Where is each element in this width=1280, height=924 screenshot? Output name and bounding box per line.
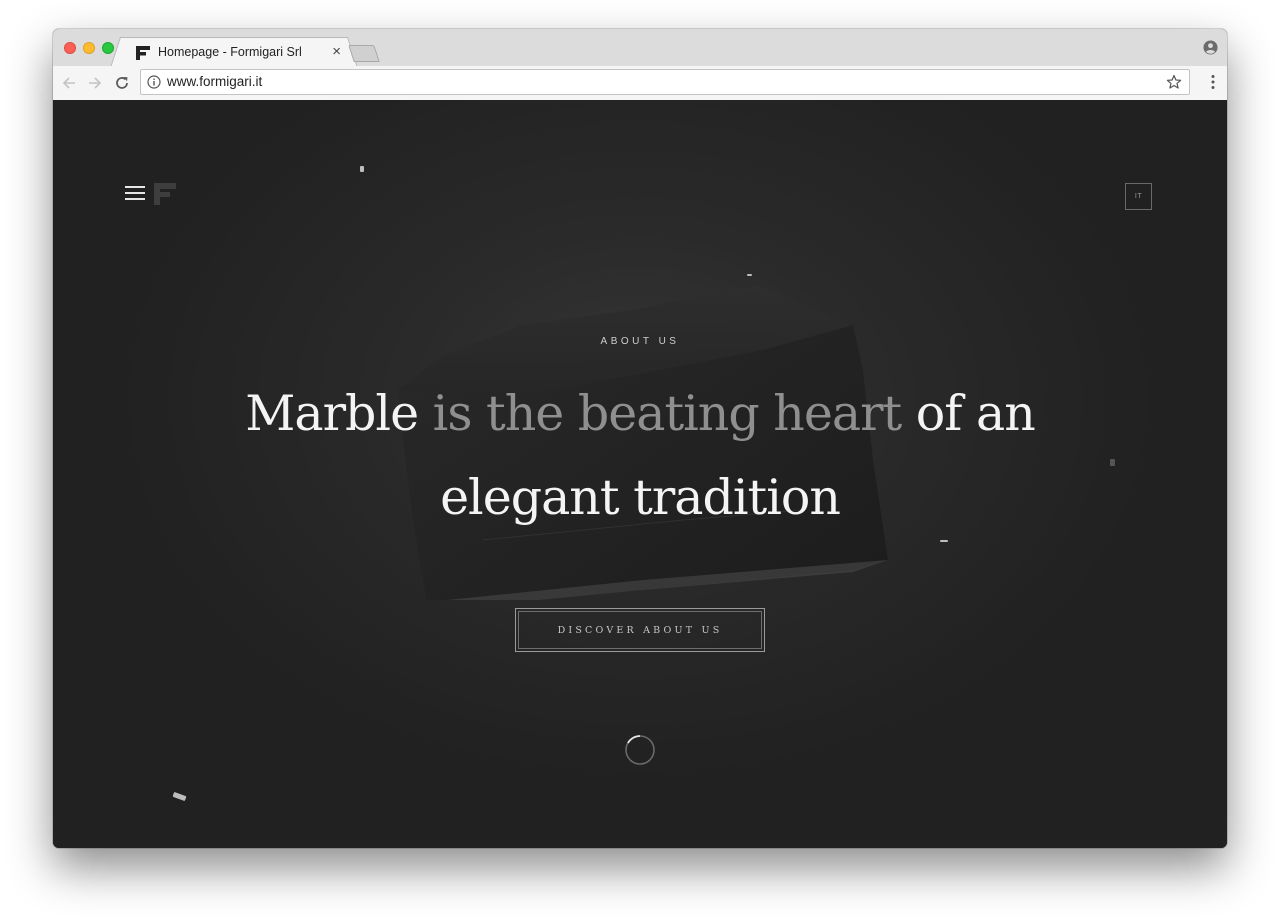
loading-spinner-icon	[625, 735, 655, 765]
tab-bar: Homepage - Formigari Srl ×	[53, 29, 1227, 67]
profile-icon[interactable]	[1203, 40, 1218, 55]
headline-part-muted: is the beating heart	[418, 385, 916, 442]
browser-toolbar: www.formigari.it	[53, 66, 1227, 101]
back-arrow-icon[interactable]	[60, 74, 78, 92]
language-switch-button[interactable]: IT	[1125, 183, 1152, 210]
cta-label: DISCOVER ABOUT US	[557, 624, 723, 636]
tab-title: Homepage - Formigari Srl	[158, 45, 302, 59]
formigari-f-logo-icon	[136, 46, 150, 60]
marble-fragment	[940, 540, 948, 542]
info-icon[interactable]	[147, 75, 161, 89]
marble-fragment	[747, 274, 752, 276]
new-tab-button[interactable]	[348, 45, 380, 62]
maximize-window-button[interactable]	[102, 42, 114, 54]
marble-fragment	[172, 791, 187, 802]
hero-headline: Marble is the beating heart of an elegan…	[173, 372, 1107, 540]
close-tab-icon[interactable]: ×	[332, 43, 341, 61]
star-icon[interactable]	[1166, 74, 1182, 90]
marble-fragment	[1110, 459, 1115, 466]
section-eyebrow: ABOUT US	[600, 336, 680, 347]
headline-part-primary: Marble	[245, 385, 419, 442]
tab-homepage[interactable]: Homepage - Formigari Srl ×	[123, 37, 345, 67]
forward-arrow-icon[interactable]	[86, 74, 104, 92]
discover-about-us-button[interactable]: DISCOVER ABOUT US	[515, 608, 765, 652]
address-bar[interactable]: www.formigari.it	[140, 69, 1190, 95]
reload-icon[interactable]	[113, 74, 131, 92]
kebab-menu-icon[interactable]	[1211, 74, 1215, 90]
marble-fragment	[360, 166, 364, 172]
url-text[interactable]: www.formigari.it	[167, 74, 262, 89]
close-window-button[interactable]	[64, 42, 76, 54]
minimize-window-button[interactable]	[83, 42, 95, 54]
hamburger-icon[interactable]	[125, 186, 145, 202]
browser-window: Homepage - Formigari Srl × www.formigari…	[53, 29, 1227, 848]
page-content: IT ABOUT US Marble is the beating heart …	[53, 100, 1227, 848]
formigari-f-logo-icon[interactable]	[154, 183, 176, 205]
